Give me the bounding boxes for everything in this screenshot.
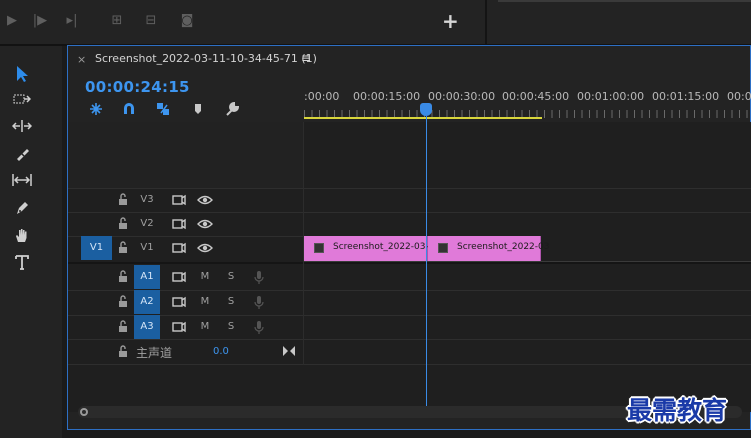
playhead-line[interactable] xyxy=(426,116,427,406)
track-v3[interactable]: V3 xyxy=(68,188,304,212)
microphone-icon[interactable] xyxy=(251,269,267,285)
clip-label: Screenshot_2022-03 xyxy=(457,242,550,252)
work-area-bar[interactable] xyxy=(304,117,542,119)
lock-icon[interactable] xyxy=(116,294,130,310)
empty-track-space xyxy=(68,122,304,188)
lock-icon[interactable] xyxy=(116,344,130,360)
right-panel xyxy=(487,0,751,44)
add-button[interactable]: + xyxy=(442,9,459,33)
go-to-end-icon[interactable] xyxy=(282,345,296,357)
solo-button[interactable]: S xyxy=(223,269,239,285)
source-patch-v1[interactable]: V1 xyxy=(81,236,112,260)
overwrite-icon[interactable]: ⊟ xyxy=(140,12,162,30)
track-v2[interactable]: V2 xyxy=(68,212,304,236)
go-to-out-icon[interactable]: ▸| xyxy=(62,12,82,30)
master-volume-value[interactable]: 0.0 xyxy=(213,346,229,357)
track-a3[interactable]: A3 M S xyxy=(68,315,304,339)
add-marker-icon[interactable] xyxy=(191,101,209,117)
mute-button[interactable]: M xyxy=(197,319,213,335)
wrench-settings-icon[interactable] xyxy=(224,101,242,117)
ripple-edit-tool-icon[interactable] xyxy=(8,116,36,140)
ruler-label: 00:01:15:00 xyxy=(652,90,720,103)
lock-icon[interactable] xyxy=(116,269,130,285)
program-monitor-controls: ▶ |▶ ▸| ⊞ ⊟ ◙ + xyxy=(0,0,751,44)
type-tool-icon[interactable] xyxy=(8,251,36,275)
step-forward-icon[interactable]: |▶ xyxy=(32,12,48,30)
timeline-header: × Screenshot_2022-03-11-10-34-45-71 (1) … xyxy=(68,46,751,74)
solo-button[interactable]: S xyxy=(223,319,239,335)
playhead-timecode[interactable]: 00:00:24:15 xyxy=(85,78,190,96)
sync-lock-icon[interactable] xyxy=(171,269,187,285)
playhead-handle[interactable] xyxy=(420,103,432,116)
timeline-panel: × Screenshot_2022-03-11-10-34-45-71 (1) … xyxy=(67,45,751,430)
track-name[interactable]: A1 xyxy=(134,265,160,289)
linked-selection-icon[interactable] xyxy=(155,101,173,117)
clip-label: Screenshot_2022-03-1 xyxy=(333,242,435,252)
track-name[interactable]: A2 xyxy=(134,290,160,314)
razor-tool-icon[interactable] xyxy=(8,143,36,167)
track-a1[interactable]: A1 M S xyxy=(68,265,304,289)
mute-button[interactable]: M xyxy=(197,294,213,310)
nest-toggle-icon[interactable] xyxy=(88,101,106,117)
lock-icon[interactable] xyxy=(116,240,130,256)
time-ruler[interactable]: :00:00 00:00:15:00 00:00:30:00 00:00:45:… xyxy=(304,86,751,122)
ruler-label: 00:01 xyxy=(727,90,751,103)
pen-tool-icon[interactable] xyxy=(8,197,36,221)
solo-button[interactable]: S xyxy=(223,294,239,310)
sequence-tab-title[interactable]: Screenshot_2022-03-11-10-34-45-71 (1) xyxy=(95,52,317,65)
divider xyxy=(68,364,751,365)
video-clip[interactable]: Screenshot_2022-03-1 xyxy=(304,236,434,261)
camera-icon[interactable]: ◙ xyxy=(177,12,197,30)
ruler-label: 00:00:45:00 xyxy=(502,90,570,103)
watermark-logo: 最需教育 xyxy=(627,396,728,425)
panel-menu-icon[interactable]: ≡ xyxy=(301,51,311,65)
track-name[interactable]: A3 xyxy=(134,315,160,339)
lock-icon[interactable] xyxy=(116,192,130,208)
sync-lock-icon[interactable] xyxy=(171,294,187,310)
play-icon[interactable]: ▶ xyxy=(4,12,20,30)
lock-icon[interactable] xyxy=(116,216,130,232)
selection-tool-icon[interactable] xyxy=(8,62,36,86)
snap-magnet-icon[interactable] xyxy=(121,101,139,117)
hand-tool-icon[interactable] xyxy=(8,224,36,248)
microphone-icon[interactable] xyxy=(251,319,267,335)
track-name[interactable]: V1 xyxy=(134,240,160,256)
sync-lock-icon[interactable] xyxy=(171,216,187,232)
eye-icon[interactable] xyxy=(197,192,213,208)
track-a2[interactable]: A2 M S xyxy=(68,290,304,314)
right-panel-scroll xyxy=(498,0,751,2)
mute-button[interactable]: M xyxy=(197,269,213,285)
clip-lane-line xyxy=(304,261,751,262)
microphone-icon[interactable] xyxy=(251,294,267,310)
fx-badge-icon xyxy=(438,243,448,253)
tools-panel xyxy=(0,46,62,438)
track-select-tool-icon[interactable] xyxy=(8,89,36,113)
track-name[interactable]: V2 xyxy=(134,216,160,232)
master-track[interactable]: 主声道 0.0 xyxy=(68,340,304,364)
ruler-label: 00:00:30:00 xyxy=(428,90,496,103)
close-icon[interactable]: × xyxy=(77,53,86,66)
eye-icon[interactable] xyxy=(197,240,213,256)
ruler-label: :00:00 xyxy=(304,90,340,103)
master-track-label: 主声道 xyxy=(136,346,173,360)
sync-lock-icon[interactable] xyxy=(171,319,187,335)
fx-badge-icon xyxy=(314,243,324,253)
insert-icon[interactable]: ⊞ xyxy=(106,12,128,30)
ruler-label: 00:01:00:00 xyxy=(577,90,645,103)
track-name[interactable]: V3 xyxy=(134,192,160,208)
video-clip[interactable]: Screenshot_2022-03 xyxy=(428,236,549,261)
sync-lock-icon[interactable] xyxy=(171,240,187,256)
ruler-label: 00:00:15:00 xyxy=(353,90,421,103)
slip-tool-icon[interactable] xyxy=(8,170,36,194)
track-v1[interactable]: V1 V1 xyxy=(68,236,304,260)
sync-lock-icon[interactable] xyxy=(171,192,187,208)
lock-icon[interactable] xyxy=(116,319,130,335)
zoom-handle[interactable] xyxy=(80,408,88,416)
video-audio-divider xyxy=(68,262,751,264)
eye-icon[interactable] xyxy=(197,216,213,232)
